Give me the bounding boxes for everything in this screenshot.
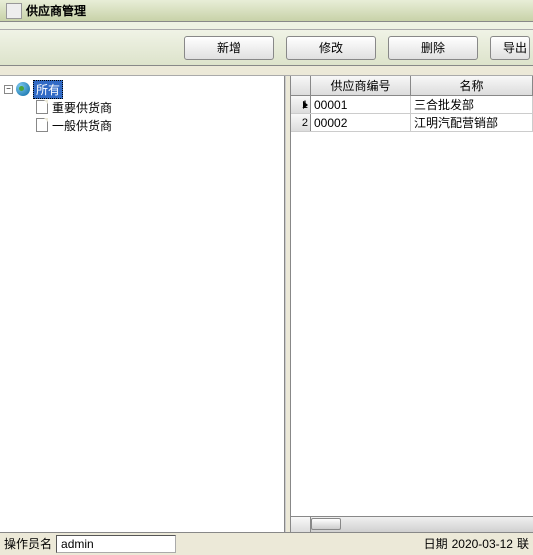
tree-root[interactable]: − 所有 [4, 80, 280, 98]
export-button-label: 导出 [503, 39, 527, 56]
grid-header: 供应商编号 名称 [291, 76, 533, 96]
file-icon [36, 100, 48, 114]
grid-scrollbar-area [291, 516, 533, 532]
date-value: 2020-03-12 [452, 537, 513, 551]
file-icon [36, 118, 48, 132]
toolbar-gap [0, 66, 533, 76]
table-row[interactable]: 2 00002 江明汽配营销部 [291, 114, 533, 132]
cell-name[interactable]: 江明汽配营销部 [411, 114, 533, 131]
table-row[interactable]: 1 00001 三合批发部 [291, 96, 533, 114]
titlebar[interactable]: 供应商管理 [0, 0, 533, 22]
add-button-label: 新增 [217, 39, 241, 56]
current-row-icon [303, 101, 308, 109]
titlebar-spacer [0, 22, 533, 30]
cell-supplier-id[interactable]: 00002 [311, 114, 411, 131]
tree-item-label: 重要供货商 [52, 99, 112, 116]
trailing-label: 联 [517, 535, 529, 552]
grid-corner[interactable] [291, 76, 311, 96]
export-button[interactable]: 导出 [490, 36, 530, 60]
tree-root-label: 所有 [33, 80, 63, 99]
tree-item-label: 一般供货商 [52, 117, 112, 134]
cell-supplier-id[interactable]: 00001 [311, 96, 411, 113]
row-header[interactable]: 1 [291, 96, 311, 113]
scrollbar-corner [291, 516, 311, 532]
column-header-name[interactable]: 名称 [411, 76, 533, 96]
toolbar: 新增 修改 删除 导出 [0, 30, 533, 66]
main-area: − 所有 重要供货商 一般供货商 供应商编号 名称 1 00001 三合批发部 [0, 76, 533, 532]
column-header-supplier-id[interactable]: 供应商编号 [311, 76, 411, 96]
horizontal-scrollbar[interactable] [311, 516, 533, 532]
window-title: 供应商管理 [26, 2, 86, 19]
collapse-icon[interactable]: − [4, 85, 13, 94]
statusbar: 操作员名 admin 日期 2020-03-12 联 [0, 532, 533, 554]
globe-icon [16, 82, 30, 96]
cell-name[interactable]: 三合批发部 [411, 96, 533, 113]
operator-label: 操作员名 [0, 535, 56, 552]
date-label: 日期 [424, 535, 448, 552]
scrollbar-thumb[interactable] [311, 518, 341, 530]
edit-button[interactable]: 修改 [286, 36, 376, 60]
edit-button-label: 修改 [319, 39, 343, 56]
tree-item[interactable]: 重要供货商 [4, 98, 280, 116]
delete-button-label: 删除 [421, 39, 445, 56]
tree-item[interactable]: 一般供货商 [4, 116, 280, 134]
operator-field: admin [56, 535, 176, 553]
grid-panel: 供应商编号 名称 1 00001 三合批发部 2 00002 江明汽配营销部 [291, 76, 533, 532]
delete-button[interactable]: 删除 [388, 36, 478, 60]
row-header[interactable]: 2 [291, 114, 311, 131]
status-date: 日期 2020-03-12 联 [424, 535, 533, 552]
add-button[interactable]: 新增 [184, 36, 274, 60]
grid-body[interactable]: 1 00001 三合批发部 2 00002 江明汽配营销部 [291, 96, 533, 516]
tree-panel[interactable]: − 所有 重要供货商 一般供货商 [0, 76, 285, 532]
